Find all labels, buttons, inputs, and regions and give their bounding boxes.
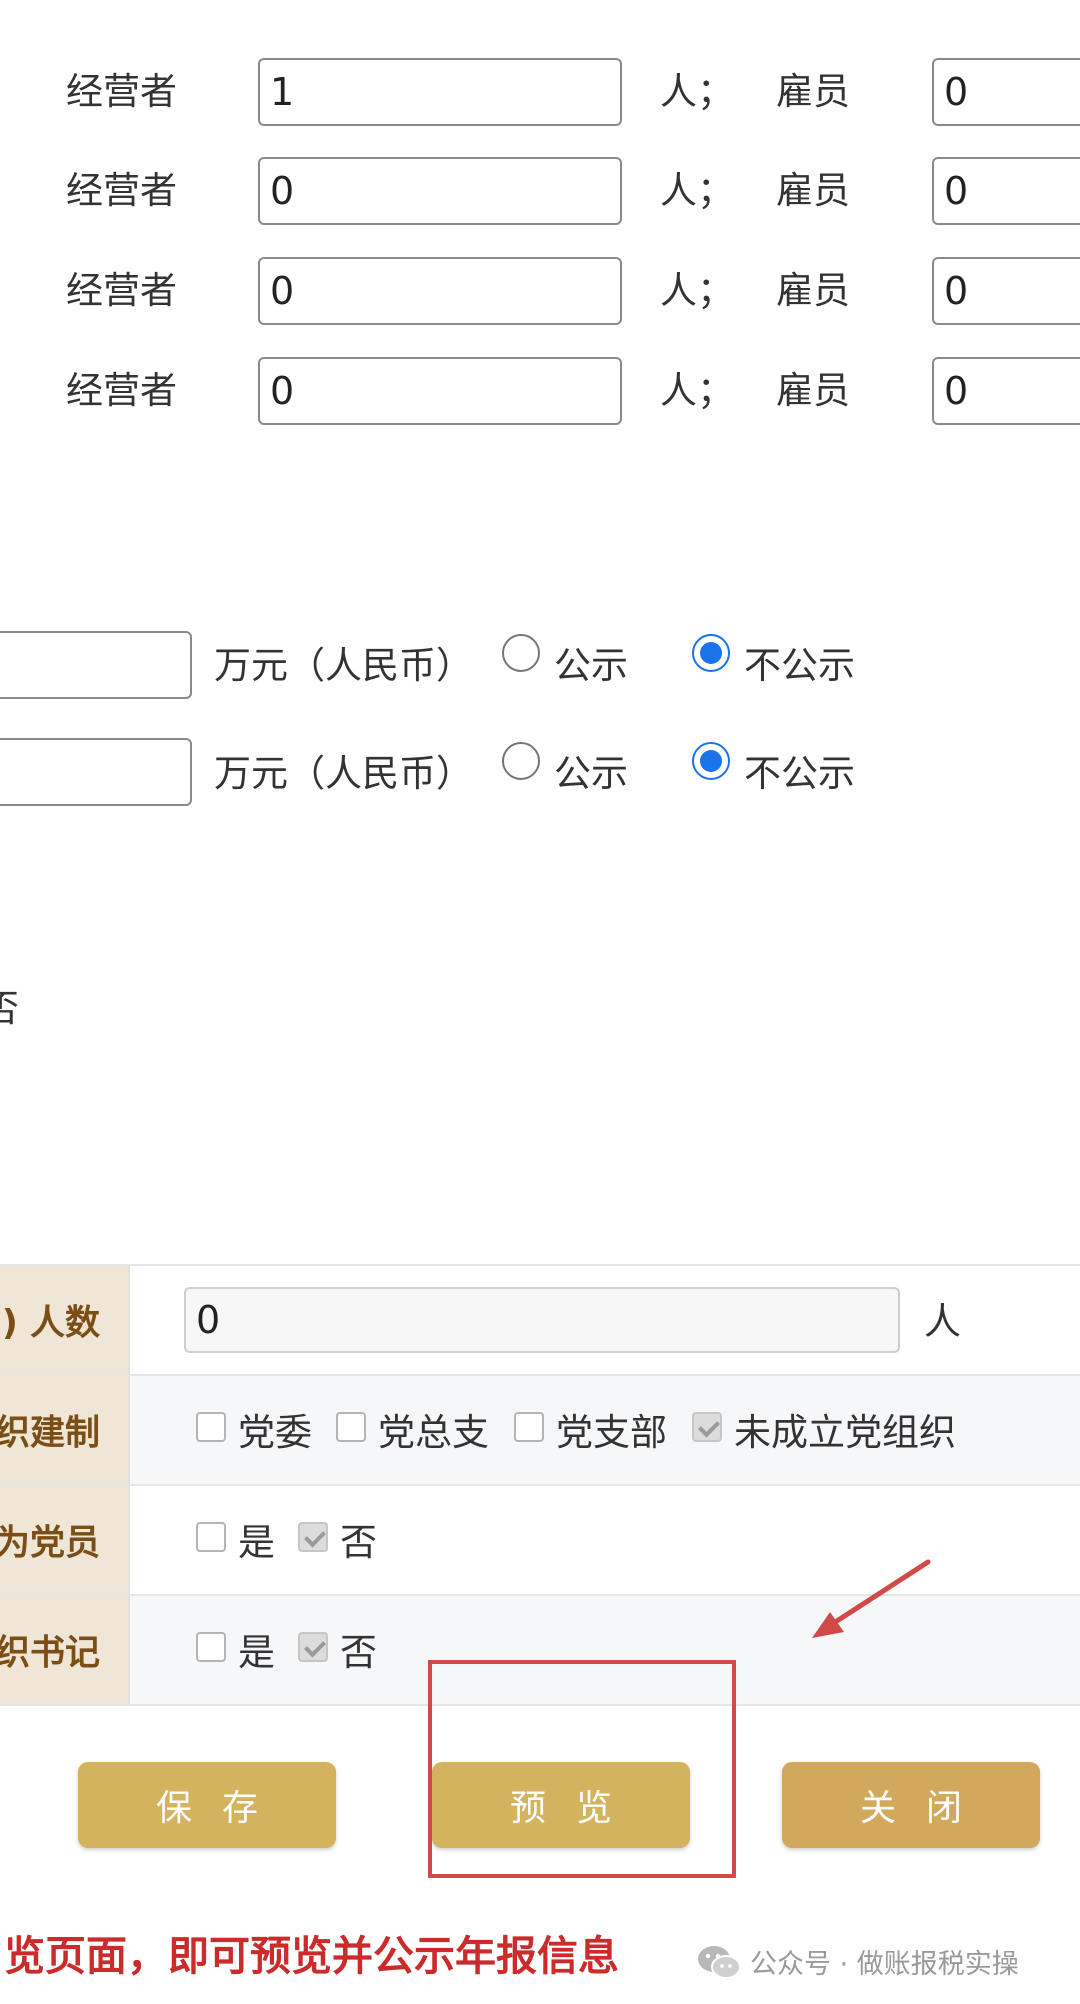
no-party-org-checkbox[interactable]	[692, 1412, 722, 1442]
not-public-radio[interactable]	[692, 742, 730, 780]
person-unit-label: 人；	[660, 369, 734, 412]
preview-highlight-box	[428, 1660, 736, 1878]
general-branch-checkbox[interactable]	[336, 1412, 366, 1442]
secretary-yes-checkbox[interactable]	[196, 1632, 226, 1662]
currency-unit-label: 万元（人民币）	[214, 752, 473, 795]
watermark: 公众号 · 做账报税实操	[696, 1942, 1019, 1981]
org-setup-header: 织建制	[0, 1413, 100, 1454]
member-count-unit: 人	[924, 1300, 961, 1343]
employee-label: 雇员	[776, 269, 850, 312]
save-button[interactable]: 保存	[78, 1762, 336, 1848]
is-member-header: 为党员	[0, 1523, 100, 1564]
instruction-notice: 览页面，即可预览并公示年报信息	[4, 1932, 619, 1980]
operator-label: 经营者	[66, 269, 177, 312]
party-branch-checkbox[interactable]	[514, 1412, 544, 1442]
employee-label: 雇员	[776, 169, 850, 212]
operator-label: 经营者	[66, 369, 177, 412]
secretary-no-label: 否	[340, 1631, 377, 1674]
no-party-org-label: 未成立党组织	[734, 1411, 956, 1454]
org-secretary-header: 织书记	[0, 1633, 100, 1674]
person-unit-label: 人；	[660, 169, 734, 212]
party-branch-label: 党支部	[556, 1411, 667, 1454]
is-member-no-label: 否	[340, 1521, 377, 1564]
annotation-arrow-icon	[812, 1559, 931, 1638]
person-unit-label: 人；	[660, 269, 734, 312]
public-radio-label: 公示	[554, 752, 628, 795]
secretary-yes-label: 是	[238, 1631, 275, 1674]
operator-count-input[interactable]: 0	[258, 357, 622, 425]
member-count-header: ) 人数	[1, 1303, 100, 1344]
currency-unit-label: 万元（人民币）	[214, 644, 473, 687]
public-radio[interactable]	[502, 742, 540, 780]
employee-count-input[interactable]: 0	[932, 58, 1080, 126]
wechat-icon	[698, 1945, 741, 1979]
amount-input[interactable]	[0, 631, 192, 699]
employee-label: 雇员	[776, 369, 850, 412]
is-member-no-checkbox[interactable]	[298, 1522, 328, 1552]
member-count-input[interactable]: 0	[184, 1287, 900, 1353]
is-member-yes-checkbox[interactable]	[196, 1522, 226, 1552]
general-branch-label: 党总支	[378, 1411, 489, 1454]
org-setup-row: 织建制 党委 党总支 党支部 未成立党组织	[0, 1376, 1080, 1484]
operator-label: 经营者	[66, 70, 177, 113]
employee-label: 雇员	[776, 70, 850, 113]
public-radio[interactable]	[502, 634, 540, 672]
not-public-radio[interactable]	[692, 634, 730, 672]
employee-count-input[interactable]: 0	[932, 357, 1080, 425]
partial-option-text: 否	[0, 987, 19, 1030]
watermark-text: 公众号 · 做账报税实操	[750, 1949, 1019, 1980]
member-count-row: ) 人数 0 人	[0, 1266, 1080, 1374]
employee-count-input[interactable]: 0	[932, 257, 1080, 325]
person-unit-label: 人；	[660, 70, 734, 113]
operator-label: 经营者	[66, 169, 177, 212]
is-member-yes-label: 是	[238, 1521, 275, 1564]
secretary-no-checkbox[interactable]	[298, 1632, 328, 1662]
employee-count-input[interactable]: 0	[932, 157, 1080, 225]
close-button[interactable]: 关闭	[782, 1762, 1040, 1848]
operator-count-input[interactable]: 1	[258, 58, 622, 126]
party-committee-checkbox[interactable]	[196, 1412, 226, 1442]
public-radio-label: 公示	[554, 644, 628, 687]
operator-count-input[interactable]: 0	[258, 157, 622, 225]
not-public-radio-label: 不公示	[744, 752, 855, 795]
amount-input[interactable]	[0, 738, 192, 806]
not-public-radio-label: 不公示	[744, 644, 855, 687]
operator-count-input[interactable]: 0	[258, 257, 622, 325]
party-committee-label: 党委	[238, 1411, 312, 1454]
